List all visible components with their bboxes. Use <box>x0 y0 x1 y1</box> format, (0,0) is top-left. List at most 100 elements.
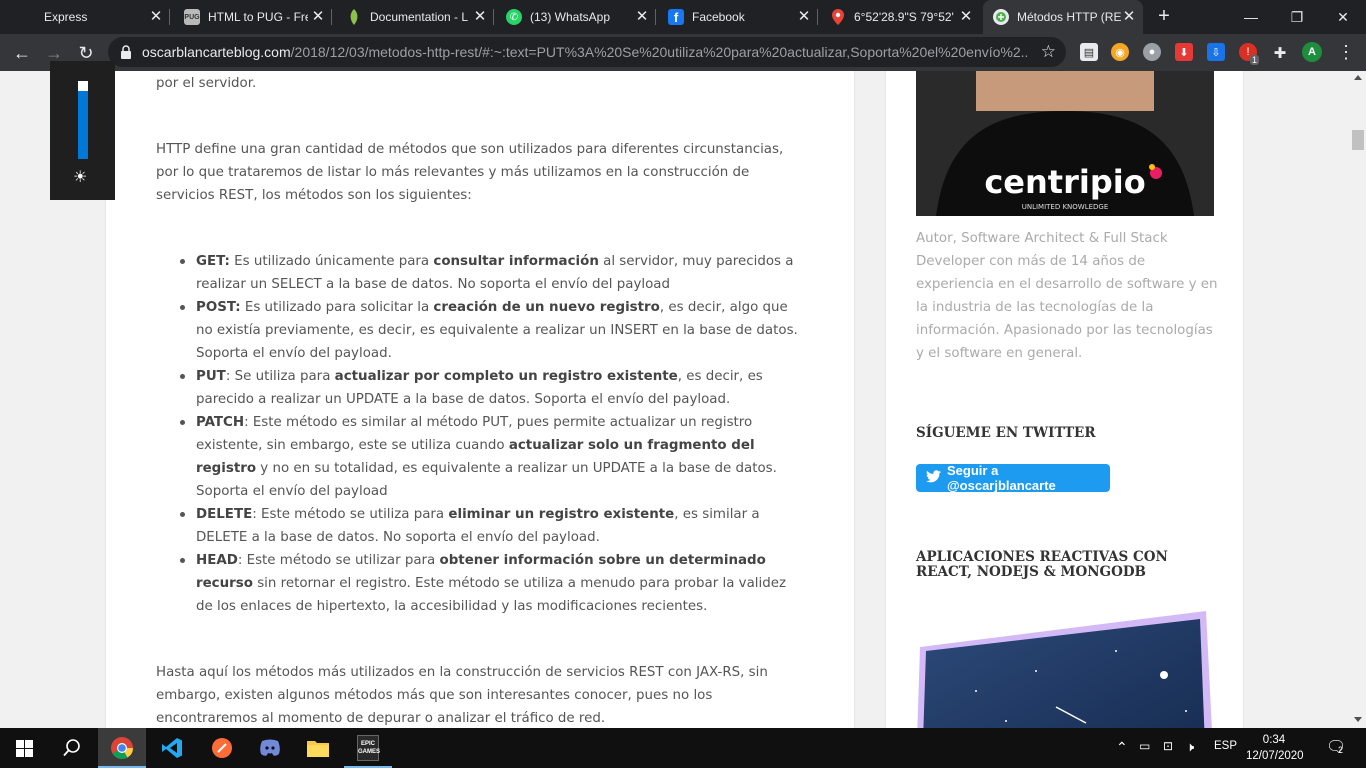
scrollbar-thumb[interactable] <box>1352 130 1364 150</box>
close-tab-icon[interactable]: ✕ <box>472 9 488 25</box>
tab-title: HTML to PUG - Fre <box>208 10 308 24</box>
tab-title: Express <box>44 10 88 24</box>
chevron-up-icon[interactable]: ⌃ <box>1116 739 1128 756</box>
tab-title: Métodos HTTP (RE <box>1017 10 1121 24</box>
start-button[interactable] <box>0 728 48 768</box>
author-photo-image: centripio UNLIMITED KNOWLEDGE <box>916 71 1214 216</box>
taskbar-file-explorer[interactable] <box>294 728 342 768</box>
method-name: GET: <box>196 254 230 269</box>
taskbar-chrome[interactable] <box>98 728 146 768</box>
article-body: por el servidor. HTTP define una gran ca… <box>105 71 855 728</box>
paragraph-outro: Hasta aquí los métodos más utilizados en… <box>156 665 768 726</box>
list-item-get: GET: Es utilizado únicamente para consul… <box>156 250 806 296</box>
page-scrollbar[interactable] <box>1350 71 1366 728</box>
brightness-slider[interactable] <box>78 81 88 159</box>
tab-html-to-pug[interactable]: PUG HTML to PUG - Fre ✕ <box>170 0 332 34</box>
author-bio: Autor, Software Architect & Full Stack D… <box>916 231 1218 361</box>
method-highlight: eliminar un registro existente <box>448 507 675 522</box>
leaf-icon <box>346 9 362 25</box>
close-tab-icon[interactable]: ✕ <box>958 9 974 25</box>
close-window-button[interactable]: ✕ <box>1320 0 1366 34</box>
extension-4-icon[interactable]: ⬇ <box>1175 43 1193 61</box>
extension-1-icon[interactable]: ▤ <box>1080 43 1098 61</box>
vscode-icon <box>162 738 182 758</box>
taskbar-epic-games[interactable]: EPIC GAMES <box>344 728 392 768</box>
close-tab-icon[interactable]: ✕ <box>634 9 650 25</box>
lock-icon <box>121 45 131 59</box>
list-item-delete: DELETE: Este método se utiliza para elim… <box>156 503 806 549</box>
taskbar-vscode[interactable] <box>148 728 196 768</box>
method-name: HEAD <box>196 553 238 568</box>
scroll-up-arrow-icon[interactable] <box>1354 75 1362 80</box>
tab-strip: Express ✕ PUG HTML to PUG - Fre ✕ Docume… <box>0 0 1366 34</box>
list-item-head: HEAD: Este método se utilizar para obten… <box>156 549 806 618</box>
tab-express[interactable]: Express ✕ <box>0 0 170 34</box>
twitter-bird-icon <box>926 470 941 486</box>
volume-muted-icon[interactable]: 🕨 <box>1186 739 1194 755</box>
page-viewport: por el servidor. HTTP define una gran ca… <box>0 71 1350 728</box>
method-text: Es utilizado únicamente para <box>229 254 434 269</box>
list-item-put: PUT: Se utiliza para actualizar por comp… <box>156 365 806 411</box>
method-highlight: actualizar por completo un registro exis… <box>334 369 678 384</box>
notification-count: 2 <box>1338 745 1344 755</box>
epic-games-icon: EPIC GAMES <box>357 735 380 761</box>
method-name: POST: <box>196 300 241 315</box>
search-button[interactable] <box>48 728 96 768</box>
extension-2-icon[interactable]: ◉ <box>1111 43 1129 61</box>
method-text: sin retornar el registro. Este método se… <box>196 576 786 614</box>
method-name: PATCH <box>196 415 245 430</box>
tab-metodos-http[interactable]: Métodos HTTP (RE ✕ <box>983 0 1143 34</box>
minimize-button[interactable]: — <box>1228 0 1274 34</box>
close-tab-icon[interactable]: ✕ <box>1121 9 1137 25</box>
twitter-follow-label: Seguir a @oscarjblancarte <box>947 463 1056 493</box>
tab-title: (13) WhatsApp <box>530 10 611 24</box>
method-text: y no en su totalidad, es equivalente a r… <box>196 461 777 499</box>
facebook-icon: f <box>668 9 684 25</box>
search-icon <box>63 739 80 757</box>
action-center-icon[interactable]: 🗨 <box>1326 737 1346 757</box>
back-button[interactable]: ← <box>8 39 36 67</box>
tab-whatsapp[interactable]: ✆ (13) WhatsApp ✕ <box>494 0 656 34</box>
tab-facebook[interactable]: f Facebook ✕ <box>656 0 818 34</box>
battery-icon[interactable]: ▭ <box>1139 739 1150 753</box>
extension-3-icon[interactable]: ● <box>1143 43 1161 61</box>
profile-avatar[interactable]: A <box>1302 42 1322 62</box>
method-text: Es utilizado para solicitar la <box>240 300 434 315</box>
clock-date: 12/07/2020 <box>1246 750 1304 762</box>
address-bar[interactable]: oscarblancarteblog.com/2018/12/03/metodo… <box>108 37 1066 67</box>
tab-maps[interactable]: 6°52'28.9"S 79°52' ✕ <box>818 0 980 34</box>
scroll-down-arrow-icon[interactable] <box>1354 717 1362 722</box>
chrome-menu-icon[interactable]: ⋮ <box>1336 40 1356 64</box>
course-banner-image[interactable] <box>916 611 1214 728</box>
twitter-follow-button[interactable]: Seguir a @oscarjblancarte <box>916 463 1110 493</box>
restore-button[interactable]: ❐ <box>1274 0 1320 34</box>
list-item-patch: PATCH: Este método es similar al método … <box>156 411 806 503</box>
windows-taskbar: EPIC GAMES ⌃ ▭ ⊡ 🕨 ESP 0:34 12/07/2020 🗨… <box>0 728 1366 768</box>
author-photo: centripio UNLIMITED KNOWLEDGE <box>916 71 1214 216</box>
new-tab-button[interactable]: + <box>1152 5 1176 29</box>
pug-icon: PUG <box>184 9 200 25</box>
close-tab-icon[interactable]: ✕ <box>796 9 812 25</box>
clock-time: 0:34 <box>1262 734 1286 746</box>
tab-title: 6°52'28.9"S 79°52' <box>854 10 954 24</box>
brightness-slider-thumb[interactable] <box>78 81 88 91</box>
bookmark-star-icon[interactable]: ☆ <box>1041 42 1056 62</box>
tab-documentation[interactable]: Documentation - L ✕ <box>332 0 494 34</box>
method-text: : Este método se utiliza para <box>252 507 449 522</box>
extension-5-icon[interactable]: ⇩ <box>1207 43 1225 61</box>
sidebar: centripio UNLIMITED KNOWLEDGE Autor, Sof… <box>885 71 1244 728</box>
language-indicator[interactable]: ESP <box>1214 740 1237 752</box>
browser-toolbar: ← → ↻ oscarblancarteblog.com/2018/12/03/… <box>0 34 1366 71</box>
discord-icon <box>260 739 280 756</box>
close-tab-icon[interactable]: ✕ <box>310 9 326 25</box>
network-icon[interactable]: ⊡ <box>1163 739 1173 753</box>
close-tab-icon[interactable]: ✕ <box>148 9 164 25</box>
taskbar-postman[interactable] <box>198 728 246 768</box>
taskbar-discord[interactable] <box>246 728 294 768</box>
url-text: oscarblancarteblog.com/2018/12/03/metodo… <box>142 44 1027 60</box>
method-text: : Este método se utilizar para <box>237 553 440 568</box>
extensions-puzzle-icon[interactable]: ✚ <box>1266 39 1294 67</box>
brightness-flyout: ☀ <box>50 61 115 200</box>
method-name: PUT <box>196 369 226 384</box>
system-clock[interactable]: 0:34 12/07/2020 <box>1246 732 1304 764</box>
